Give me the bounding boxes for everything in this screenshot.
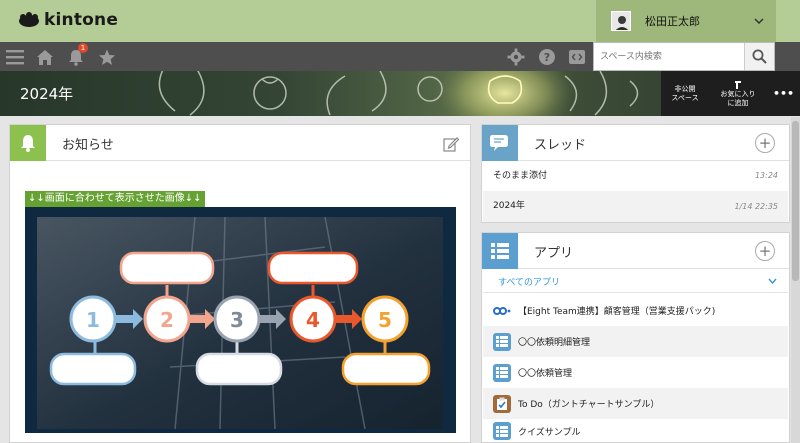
app-list-icon [493,332,511,351]
todo-clipboard-icon [493,394,511,413]
step-number: 3 [230,308,244,332]
logo-text: kintone [44,10,119,30]
search-box [593,42,775,71]
thread-title: スレッド [534,138,587,153]
step-number: 2 [160,308,174,332]
app-item-name: 【Eight Team連携】顧客管理（営業支援パック) [518,307,716,317]
add-thread-button[interactable]: + [755,133,775,153]
app-filter-dropdown[interactable]: すべてのアプリ [483,269,788,293]
home-icon[interactable] [35,47,55,67]
app-list-icon [493,422,511,440]
edit-icon[interactable] [443,136,460,156]
step-number: 1 [86,308,100,332]
thread-item-time: 13:24 [754,171,778,180]
private-space-label-2: スペース [671,93,699,102]
favorite-pin-icon [735,80,741,89]
help-icon[interactable]: ? [537,47,557,67]
thread-header: スレッド + [482,125,789,161]
chevron-down-icon [754,18,764,24]
search-icon [752,49,767,64]
page-scrollbar[interactable] [791,117,800,443]
thread-icon [482,125,518,161]
thread-item-time: 1/14 22:35 [734,202,778,211]
app-list-icon [493,363,511,382]
notice-header: お知らせ [10,125,470,161]
thread-item[interactable]: そのまま添付 13:24 [483,162,788,190]
private-space-button[interactable]: 非公開 スペース [661,71,709,116]
avatar [611,11,631,31]
app-title: アプリ [534,246,574,261]
thread-item-name: 2024年 [493,201,525,211]
app-item[interactable]: To Do（ガントチャートサンプル） [483,388,788,419]
bell-icon [10,125,46,161]
space-actions: 非公開 スペース お気に入り に追加 ••• [661,71,800,116]
notice-caption: ↓↓画面に合わせて表示させた画像↓↓ [25,191,205,207]
notification-badge: 1 [78,43,88,53]
app-item-name: 〇〇依頼管理 [518,369,573,379]
more-options-button[interactable]: ••• [767,71,800,116]
add-favorite-label-2: に追加 [727,98,749,107]
add-favorite-button[interactable]: お気に入り に追加 [709,71,767,116]
eight-app-icon [493,302,511,320]
gear-icon[interactable] [506,47,526,67]
app-header: アプリ + [482,233,789,269]
private-space-label: 非公開 [674,84,696,93]
space-title: 2024年 [20,85,74,103]
thread-item[interactable]: 2024年 1/14 22:35 [483,191,788,222]
kintone-logo-icon [19,12,39,27]
notice-title: お知らせ [62,138,114,153]
add-app-button[interactable]: + [755,241,775,261]
chevron-down-icon [768,278,777,284]
menu-icon[interactable] [5,47,25,67]
step-number: 5 [378,308,392,332]
svg-text:?: ? [544,51,550,64]
kintone-logo[interactable]: kintone [18,10,118,30]
user-menu[interactable]: 松田正太郎 [596,0,776,42]
app-item[interactable]: クイズサンプル [483,419,788,443]
app-item-name: クイズサンプル [518,427,581,438]
more-options-label: ••• [772,87,795,100]
thread-item-name: そのまま添付 [493,171,548,181]
app-item-name: To Do（ガントチャートサンプル） [518,400,660,410]
app-item-name: 〇〇依頼明細管理 [518,338,591,348]
app-list-icon [482,233,518,269]
scrollbar-thumb[interactable] [792,121,799,281]
app-item[interactable]: 〇〇依頼明細管理 [483,326,788,357]
star-icon[interactable] [97,47,117,67]
app-item[interactable]: 【Eight Team連携】顧客管理（営業支援パック) [483,295,788,326]
user-name: 松田正太郎 [645,15,700,28]
step-number: 4 [306,308,320,332]
notice-image: 1 2 3 4 5 [25,207,456,433]
search-button[interactable] [744,43,774,70]
code-icon[interactable] [567,47,587,67]
app-filter-label: すべてのアプリ [498,278,561,288]
search-input[interactable] [594,43,744,70]
app-item[interactable]: 〇〇依頼管理 [483,357,788,388]
add-favorite-label: お気に入り [720,89,756,98]
